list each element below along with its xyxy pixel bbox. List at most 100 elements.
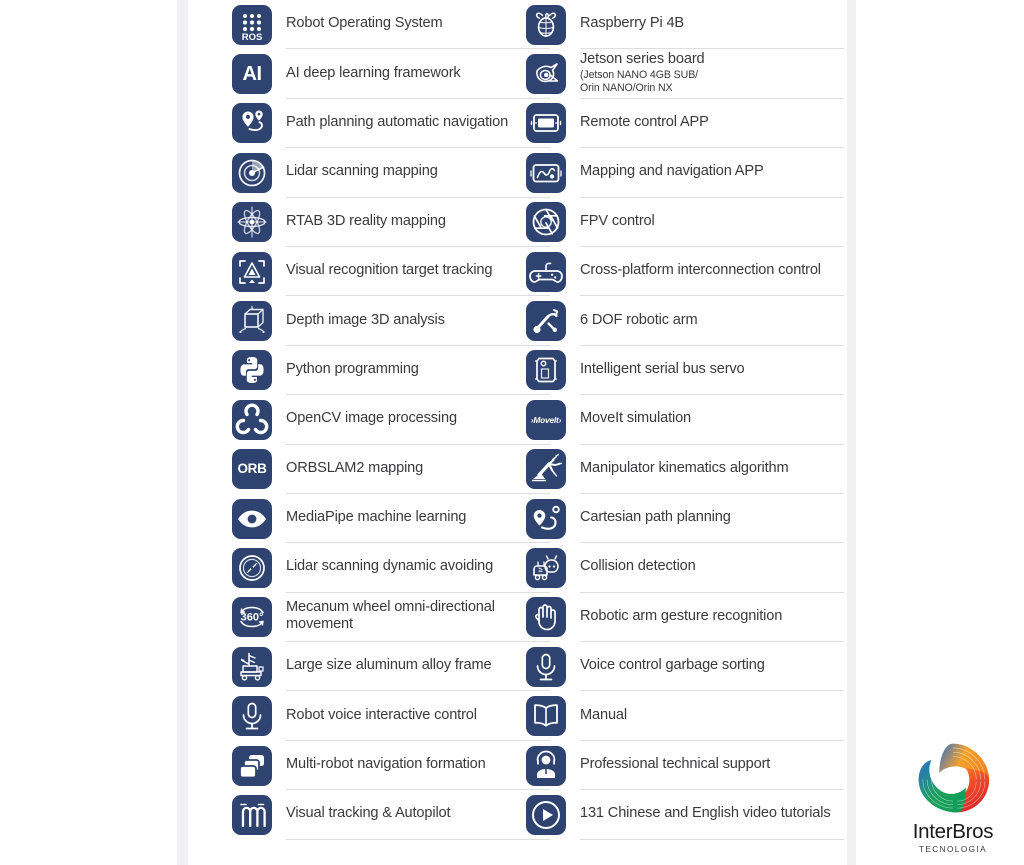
feature-icon-cell bbox=[232, 794, 272, 835]
feature-label: Collision detection bbox=[580, 558, 696, 575]
feature-row: 131 Chinese and English video tutorials bbox=[526, 790, 844, 840]
feature-label: Jetson series board bbox=[580, 51, 705, 68]
feature-icon-cell bbox=[526, 498, 566, 539]
feature-list-right: Raspberry Pi 4B Jetson series board (Jetso… bbox=[526, 0, 844, 840]
feature-label: Python programming bbox=[286, 360, 419, 377]
headset-support-agent-icon bbox=[526, 745, 566, 786]
feature-text-cell: Raspberry Pi 4B bbox=[580, 0, 844, 50]
feature-icon-cell bbox=[526, 794, 566, 835]
feature-row: Large size aluminum alloy frame bbox=[232, 642, 550, 692]
opencv-logo-icon bbox=[232, 399, 272, 440]
feature-row: Cartesian path planning bbox=[526, 494, 844, 544]
feature-text-cell: 6 DOF robotic arm bbox=[580, 296, 844, 346]
feature-icon-cell bbox=[232, 696, 272, 737]
moveit-logo-icon: ›MoveIt› bbox=[526, 399, 566, 440]
feature-row: ›MoveIt› MoveIt simulation bbox=[526, 395, 844, 445]
feature-row: Voice control garbage sorting bbox=[526, 642, 844, 692]
feature-icon-cell bbox=[232, 350, 272, 391]
feature-icon-cell bbox=[526, 4, 566, 45]
feature-label: MoveIt simulation bbox=[580, 410, 692, 427]
feature-row: Robotic arm gesture recognition bbox=[526, 593, 844, 643]
360-rotation-icon: 360° bbox=[232, 597, 272, 638]
feature-row: Intelligent serial bus servo bbox=[526, 346, 844, 396]
feature-row: 6 DOF robotic arm bbox=[526, 296, 844, 346]
feature-text-cell: Visual tracking & Autopilot bbox=[286, 790, 550, 840]
feature-text-cell: FPV control bbox=[580, 198, 844, 247]
feature-columns: ROS Robot Operating System AI AI deep learn… bbox=[188, 0, 847, 840]
feature-label: Manual bbox=[580, 706, 627, 723]
feature-text-cell: Large size aluminum alloy frame bbox=[286, 642, 550, 692]
feature-label: 6 DOF robotic arm bbox=[580, 311, 698, 328]
feature-sheet: ROS Robot Operating System AI AI deep learn… bbox=[188, 0, 847, 865]
feature-icon-cell bbox=[526, 547, 566, 588]
feature-icon-cell bbox=[526, 646, 566, 687]
feature-icon-cell bbox=[526, 597, 566, 638]
feature-icon-cell: 360° bbox=[232, 597, 272, 638]
feature-label: 131 Chinese and English video tutorials bbox=[580, 805, 831, 822]
camera-aperture-icon bbox=[526, 202, 566, 243]
eye-icon bbox=[232, 498, 272, 539]
feature-icon-cell bbox=[232, 202, 272, 243]
feature-text-cell: MediaPipe machine learning bbox=[286, 494, 550, 544]
orb-text-icon: ORB bbox=[232, 449, 272, 490]
nvidia-jetson-logo-icon bbox=[526, 54, 566, 95]
feature-label: Intelligent serial bus servo bbox=[580, 360, 745, 377]
feature-icon-cell bbox=[526, 449, 566, 490]
aluminum-frame-robot-icon bbox=[232, 646, 272, 687]
map-pin-path-icon bbox=[232, 103, 272, 144]
feature-row: Raspberry Pi 4B bbox=[526, 0, 844, 50]
feature-icon-cell bbox=[526, 350, 566, 391]
feature-label: AI deep learning framework bbox=[286, 64, 461, 81]
feature-text-cell: Robotic arm gesture recognition bbox=[580, 593, 844, 643]
feature-label: RTAB 3D reality mapping bbox=[286, 212, 446, 229]
feature-icon-cell bbox=[232, 745, 272, 786]
gamepad-icon bbox=[526, 251, 566, 292]
feature-icon-cell bbox=[526, 103, 566, 144]
interbros-triangle-swirl-logo-icon bbox=[918, 743, 990, 813]
feature-text-cell: Robot voice interactive control bbox=[286, 691, 550, 741]
feature-icon-cell bbox=[232, 152, 272, 193]
feature-icon-cell bbox=[232, 301, 272, 342]
feature-label: ORBSLAM2 mapping bbox=[286, 459, 424, 476]
feature-text-cell: Mecanum wheel omni-directional movement bbox=[286, 593, 550, 643]
feature-row: Visual tracking & Autopilot bbox=[232, 790, 550, 840]
feature-icon-cell: ORB bbox=[232, 449, 272, 490]
feature-text-cell: Python programming bbox=[286, 346, 550, 396]
manipulator-kinematics-icon bbox=[526, 449, 566, 490]
feature-label: Robot voice interactive control bbox=[286, 706, 477, 723]
feature-icon-cell: ROS bbox=[232, 4, 272, 45]
feature-list-left: ROS Robot Operating System AI AI deep learn… bbox=[232, 0, 550, 840]
feature-text-cell: Path planning automatic navigation bbox=[286, 99, 550, 149]
feature-row: ROS Robot Operating System bbox=[232, 0, 550, 50]
feature-row: Professional technical support bbox=[526, 741, 844, 791]
feature-row: Robot voice interactive control bbox=[232, 691, 550, 741]
brand-name: InterBros bbox=[912, 820, 994, 843]
feature-text-cell: Lidar scanning mapping bbox=[286, 148, 550, 198]
brand-tagline: TECNOLOGIA bbox=[918, 845, 988, 854]
feature-icon-cell: AI bbox=[232, 54, 272, 95]
target-tracking-frame-icon bbox=[232, 251, 272, 292]
ai-text-icon: AI bbox=[232, 54, 272, 95]
feature-icon-cell bbox=[526, 696, 566, 737]
feature-icon-cell bbox=[232, 399, 272, 440]
feature-row: AI AI deep learning framework bbox=[232, 49, 550, 99]
feature-row: Python programming bbox=[232, 346, 550, 396]
feature-row: MediaPipe machine learning bbox=[232, 494, 550, 544]
feature-row: Lidar scanning dynamic avoiding bbox=[232, 543, 550, 593]
feature-text-cell: 131 Chinese and English video tutorials bbox=[580, 790, 844, 840]
open-book-icon bbox=[526, 696, 566, 737]
compass-avoid-icon bbox=[232, 547, 272, 588]
feature-icon-cell bbox=[526, 152, 566, 193]
page-gutter-right bbox=[847, 0, 856, 865]
feature-label: Lidar scanning mapping bbox=[286, 163, 438, 180]
feature-text-cell: Remote control APP bbox=[580, 99, 844, 149]
page-gutter-left bbox=[177, 0, 188, 865]
feature-text-cell: Multi-robot navigation formation bbox=[286, 741, 550, 791]
feature-label: Lidar scanning dynamic avoiding bbox=[286, 558, 494, 575]
feature-icon-cell bbox=[232, 498, 272, 539]
feature-label: Robot Operating System bbox=[286, 15, 443, 32]
feature-row: Manipulator kinematics algorithm bbox=[526, 445, 844, 494]
feature-label: Mapping and navigation APP bbox=[580, 163, 764, 180]
feature-text-cell: Cartesian path planning bbox=[580, 494, 844, 544]
feature-row: Jetson series board (Jetson NANO 4GB SUB/… bbox=[526, 49, 844, 99]
